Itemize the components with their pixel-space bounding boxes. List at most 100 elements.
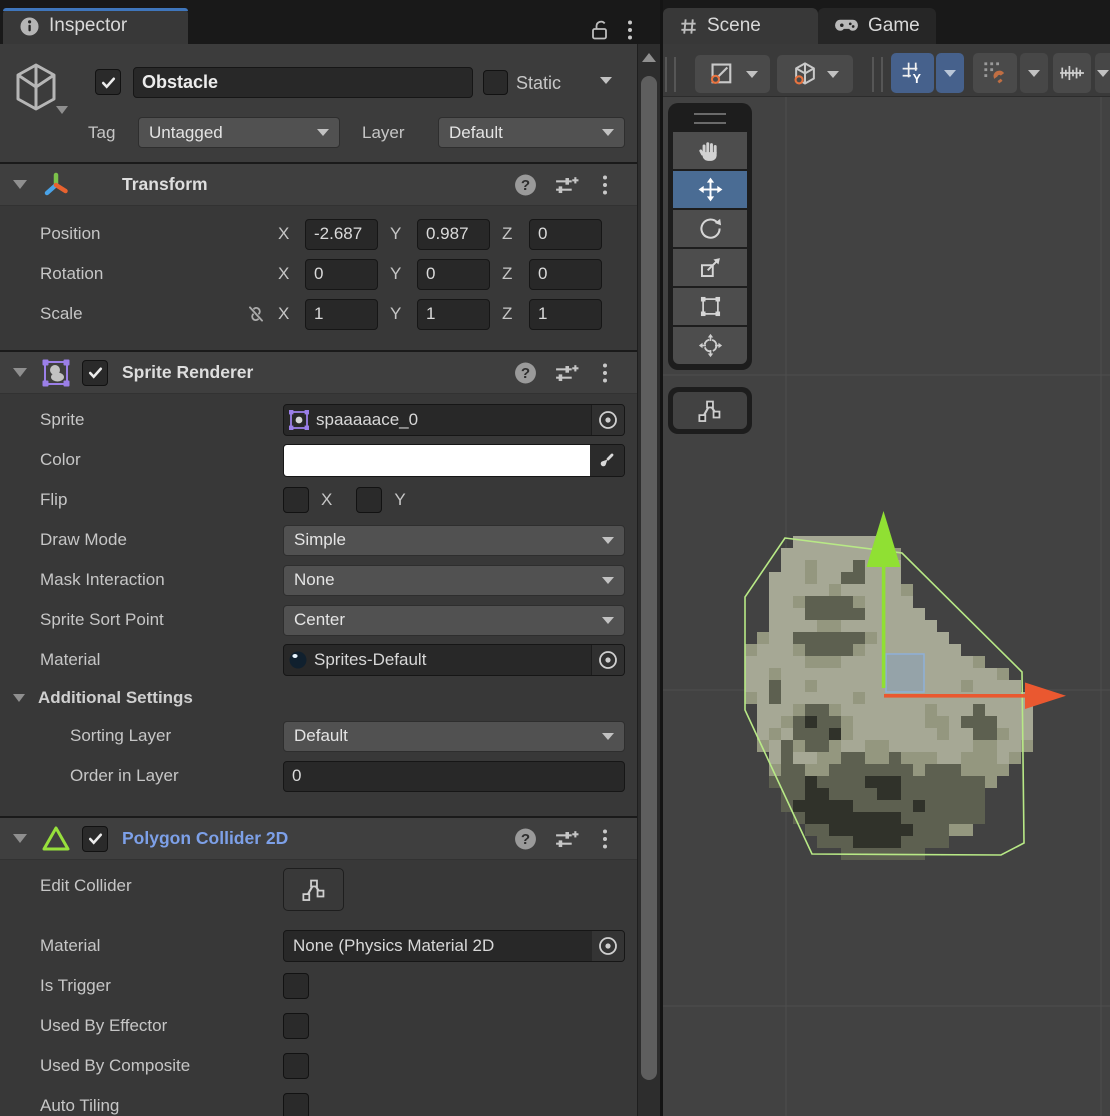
tab-inspector[interactable]: Inspector (3, 8, 188, 44)
toolbar-drag-handle[interactable] (872, 57, 883, 92)
flip-x-label: X (321, 490, 332, 510)
y-axis-label: Y (390, 304, 417, 324)
kebab-menu-icon[interactable] (626, 19, 634, 41)
polygon-collider-kebab-icon[interactable] (601, 828, 609, 850)
color-field[interactable] (283, 444, 625, 477)
overlay-drag-handle[interactable] (694, 113, 726, 124)
scale-link-icon[interactable] (245, 303, 278, 325)
object-picker-icon[interactable] (592, 931, 624, 961)
lock-icon[interactable] (588, 18, 610, 42)
object-picker-icon[interactable] (591, 405, 624, 435)
handle-orientation-button[interactable] (777, 55, 853, 93)
flip-x-checkbox[interactable] (283, 487, 309, 513)
rotate-tool-button[interactable] (673, 210, 747, 247)
position-z-input[interactable]: 0 (529, 219, 602, 250)
physics-material-object-field[interactable]: None (Physics Material 2D (283, 930, 625, 962)
draw-mode-dropdown[interactable]: Simple (283, 525, 625, 556)
scale-y-input[interactable]: 1 (417, 299, 490, 330)
help-icon[interactable]: ? (514, 173, 537, 196)
scale-x-input[interactable]: 1 (305, 299, 378, 330)
dropdown-icon (746, 71, 758, 78)
edit-collider-tool-button[interactable] (673, 392, 747, 429)
snap-increment-button[interactable] (1053, 53, 1091, 93)
is-trigger-checkbox[interactable] (283, 973, 309, 999)
scale-z-input[interactable]: 1 (529, 299, 602, 330)
tab-game[interactable]: Game (818, 8, 936, 44)
material-object-field[interactable]: Sprites-Default (283, 644, 625, 676)
gameobject-active-checkbox[interactable] (95, 69, 121, 95)
flip-label: Flip (40, 490, 283, 510)
snap-magnet-button[interactable] (973, 53, 1017, 93)
presets-icon[interactable] (554, 362, 579, 384)
auto-tiling-checkbox[interactable] (283, 1093, 309, 1116)
scene-viewport[interactable] (663, 97, 1110, 1116)
flip-row: Flip X Y (0, 480, 637, 520)
sorting-layer-label: Sorting Layer (40, 726, 283, 746)
tag-dropdown[interactable]: Untagged (138, 117, 340, 148)
dropdown-icon (944, 70, 956, 77)
eyedropper-icon[interactable] (590, 445, 624, 476)
grid-snapping-dropdown[interactable] (936, 53, 964, 93)
polygon-collider-header[interactable]: Polygon Collider 2D ? (0, 816, 637, 860)
grid-snapping-button[interactable]: Y (891, 53, 934, 93)
polygon-collider-icon (40, 823, 72, 855)
polygon-collider-component: Polygon Collider 2D ? Edit Collider (0, 816, 637, 1116)
dropdown-icon (827, 71, 839, 78)
transform-foldout[interactable] (13, 180, 27, 189)
snap-settings-dropdown[interactable] (1020, 53, 1048, 93)
scrollbar-thumb[interactable] (641, 76, 657, 1080)
inspector-scrollbar[interactable] (637, 44, 660, 1116)
rotation-x-input[interactable]: 0 (305, 259, 378, 290)
transform-kebab-icon[interactable] (601, 174, 609, 196)
used-by-composite-checkbox[interactable] (283, 1053, 309, 1079)
color-swatch[interactable] (284, 445, 590, 476)
sprite-renderer-header[interactable]: Sprite Renderer ? (0, 350, 637, 394)
sorting-layer-dropdown[interactable]: Default (283, 721, 625, 752)
position-y-input[interactable]: 0.987 (417, 219, 490, 250)
position-x-input[interactable]: -2.687 (305, 219, 378, 250)
sprite-sort-point-dropdown[interactable]: Center (283, 605, 625, 636)
order-in-layer-input[interactable]: 0 (283, 761, 625, 792)
sprite-renderer-foldout[interactable] (13, 368, 27, 377)
presets-icon[interactable] (554, 828, 579, 850)
gameobject-icon-dropdown[interactable] (56, 106, 68, 114)
flip-y-checkbox[interactable] (356, 487, 382, 513)
sprite-thumb-icon (288, 409, 310, 431)
snap-increment-dropdown[interactable] (1095, 53, 1110, 93)
rect-tool-button[interactable] (673, 288, 747, 325)
rotation-y-input[interactable]: 0 (417, 259, 490, 290)
hand-tool-button[interactable] (673, 132, 747, 169)
scale-tool-button[interactable] (673, 249, 747, 286)
gameobject-name-field[interactable]: Obstacle (133, 67, 473, 98)
gameobject-cube-icon[interactable] (12, 62, 60, 114)
rotation-z-input[interactable]: 0 (529, 259, 602, 290)
additional-settings-foldout[interactable] (13, 694, 25, 702)
help-icon[interactable]: ? (514, 827, 537, 850)
sprite-renderer-enabled-checkbox[interactable] (82, 360, 108, 386)
object-picker-icon[interactable] (591, 645, 624, 675)
transform-tool-button[interactable] (673, 327, 747, 364)
polygon-collider-foldout[interactable] (13, 834, 27, 843)
pivot-mode-button[interactable] (695, 55, 770, 93)
tab-scene[interactable]: Scene (663, 8, 818, 44)
transform-header[interactable]: Transform ? (0, 162, 637, 206)
static-checkbox[interactable] (483, 70, 508, 95)
mask-interaction-dropdown[interactable]: None (283, 565, 625, 596)
move-tool-button[interactable] (673, 171, 747, 208)
layer-dropdown[interactable]: Default (438, 117, 625, 148)
edit-collider-button[interactable] (283, 868, 344, 911)
sprite-renderer-kebab-icon[interactable] (601, 362, 609, 384)
presets-icon[interactable] (554, 174, 579, 196)
used-by-effector-checkbox[interactable] (283, 1013, 309, 1039)
flip-y-label: Y (394, 490, 405, 510)
static-dropdown-icon[interactable] (600, 77, 612, 84)
sprite-object-field[interactable]: spaaaaace_0 (283, 404, 625, 436)
help-icon[interactable]: ? (514, 361, 537, 384)
toolbar-drag-handle[interactable] (665, 57, 676, 92)
material-label: Material (40, 650, 283, 670)
auto-tiling-label: Auto Tiling (40, 1096, 283, 1116)
scrollbar-up-arrow[interactable] (642, 53, 656, 62)
additional-settings-foldout-row[interactable]: Additional Settings (0, 680, 637, 716)
sorting-layer-row: Sorting Layer Default (0, 716, 637, 756)
polygon-collider-enabled-checkbox[interactable] (82, 826, 108, 852)
